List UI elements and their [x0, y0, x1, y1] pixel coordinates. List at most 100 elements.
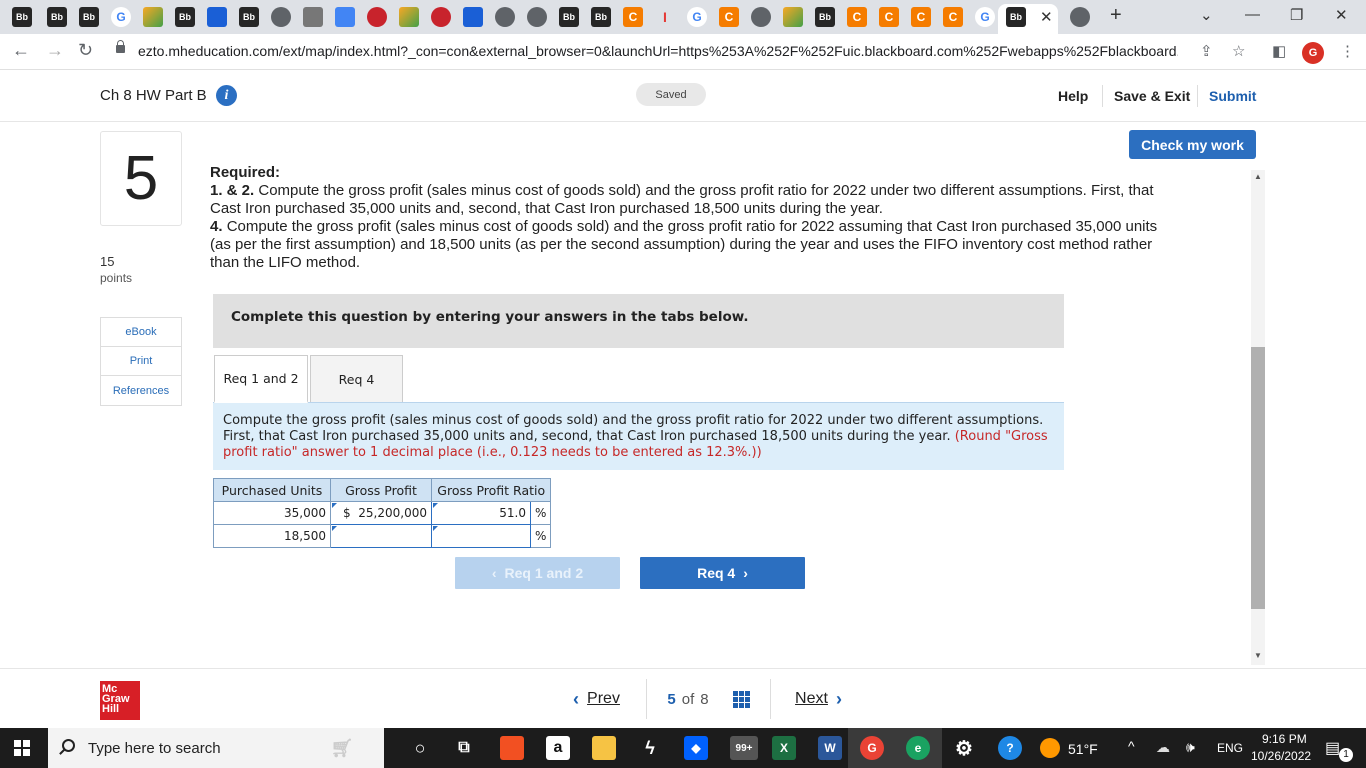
gross-profit-input[interactable]: $ 25,200,000: [330, 501, 432, 525]
menu-kebab-icon[interactable]: ⋮: [1340, 42, 1355, 60]
tray-chevron-icon[interactable]: ^: [1128, 738, 1135, 754]
scroll-down-icon[interactable]: ▼: [1254, 651, 1262, 660]
excel-icon[interactable]: X: [772, 736, 796, 760]
microsoft-store-icon[interactable]: [500, 736, 524, 760]
tab-chegg-icon[interactable]: C: [623, 7, 643, 27]
reload-icon[interactable]: ↻: [78, 40, 93, 61]
tab-google-icon[interactable]: G: [687, 7, 707, 27]
close-window-icon[interactable]: ✕: [1335, 6, 1348, 24]
tab-pinterest-icon[interactable]: [431, 7, 451, 27]
cortana-circle-icon[interactable]: ○: [408, 736, 432, 760]
restore-icon[interactable]: ❐: [1290, 6, 1303, 24]
tab-google-icon[interactable]: G: [975, 7, 995, 27]
ratio-input[interactable]: 51.0: [431, 501, 531, 525]
tab-chegg-icon[interactable]: C: [719, 7, 739, 27]
url-text[interactable]: ezto.mheducation.com/ext/map/index.html?…: [138, 43, 1178, 59]
tab-edit-icon[interactable]: [143, 7, 163, 27]
side-panel-icon[interactable]: ◧: [1272, 42, 1286, 60]
clock-time[interactable]: 9:16 PM: [1262, 732, 1307, 746]
tab-blackboard-icon[interactable]: Bb: [815, 7, 835, 27]
tab-globe-icon[interactable]: [527, 7, 547, 27]
req12-number: 1. & 2.: [210, 182, 255, 199]
chrome-icon[interactable]: G: [860, 736, 884, 760]
ratio-input[interactable]: [431, 524, 531, 548]
tab-blackboard-icon[interactable]: Bb: [1006, 7, 1026, 27]
tab-pinterest-icon[interactable]: [367, 7, 387, 27]
mail-badge[interactable]: 99+: [730, 736, 758, 760]
minimize-icon[interactable]: —: [1245, 6, 1260, 23]
scroll-up-icon[interactable]: ▲: [1254, 172, 1262, 181]
windows-start-icon[interactable]: [14, 740, 30, 756]
gross-profit-input[interactable]: [330, 524, 432, 548]
settings-gear-icon[interactable]: ⚙: [952, 736, 976, 760]
clock-date[interactable]: 10/26/2022: [1251, 749, 1311, 763]
references-link[interactable]: References: [101, 376, 181, 405]
tab-chegg-icon[interactable]: C: [911, 7, 931, 27]
tab-flag-icon[interactable]: [207, 7, 227, 27]
app-bolt-icon[interactable]: ϟ: [638, 736, 662, 760]
volume-icon[interactable]: 🕪︎: [1186, 739, 1195, 756]
help-question-icon[interactable]: ?: [998, 736, 1022, 760]
forward-arrow-icon[interactable]: →: [46, 40, 64, 61]
back-arrow-icon[interactable]: ←: [12, 40, 30, 61]
scrollbar-thumb[interactable]: [1251, 347, 1265, 609]
amazon-icon[interactable]: a: [546, 736, 570, 760]
taskbar-search-placeholder[interactable]: Type here to search: [88, 740, 221, 757]
tab-blackboard-icon[interactable]: Bb: [239, 7, 259, 27]
language-indicator[interactable]: ENG: [1217, 741, 1243, 755]
tab-blackboard-icon[interactable]: Bb: [591, 7, 611, 27]
tab-req-4[interactable]: Req 4: [310, 355, 403, 403]
new-tab-plus-icon[interactable]: +: [1110, 4, 1122, 27]
tab-page-icon[interactable]: [303, 7, 323, 27]
ebook-link[interactable]: eBook: [101, 318, 181, 347]
tab-docs-icon[interactable]: [335, 7, 355, 27]
tab-blackboard-icon[interactable]: Bb: [47, 7, 67, 27]
tab-chegg-icon[interactable]: C: [943, 7, 963, 27]
next-question-button[interactable]: Next ›: [771, 679, 866, 719]
weather-temp[interactable]: 51°F: [1068, 741, 1098, 757]
tab-blackboard-icon[interactable]: Bb: [79, 7, 99, 27]
task-view-icon[interactable]: ⧉: [452, 736, 476, 760]
tab-blackboard-icon[interactable]: Bb: [559, 7, 579, 27]
question-grid-icon[interactable]: [732, 690, 750, 708]
edge-icon[interactable]: e: [906, 736, 930, 760]
ratio-value: 51.0: [499, 506, 526, 520]
profile-avatar[interactable]: G: [1302, 42, 1324, 64]
save-exit-link[interactable]: Save & Exit: [1114, 88, 1190, 104]
word-icon[interactable]: W: [818, 736, 842, 760]
help-link[interactable]: Help: [1058, 88, 1088, 104]
bookmark-star-icon[interactable]: ☆: [1232, 42, 1245, 60]
weather-sun-icon[interactable]: [1040, 738, 1060, 758]
check-my-work-button[interactable]: Check my work: [1129, 130, 1256, 159]
tab-close-icon[interactable]: ✕: [1040, 8, 1053, 26]
question-number: 5: [100, 131, 182, 226]
share-icon[interactable]: ⇪: [1200, 42, 1213, 60]
info-icon[interactable]: i: [216, 85, 237, 106]
notification-icon[interactable]: ▤: [1325, 738, 1340, 758]
tab-chegg-icon[interactable]: C: [879, 7, 899, 27]
next-req-button[interactable]: Req 4 ›: [640, 557, 805, 589]
tab-search-chevron-icon[interactable]: ⌄: [1200, 6, 1213, 24]
tab-blackboard-icon[interactable]: Bb: [12, 7, 32, 27]
print-link[interactable]: Print: [101, 347, 181, 376]
prev-question-button[interactable]: ‹ Prev: [547, 679, 647, 719]
tab-i-icon[interactable]: I: [655, 7, 675, 27]
tab-globe-icon[interactable]: [495, 7, 515, 27]
question-position[interactable]: 5 of 8: [647, 679, 771, 719]
lock-icon[interactable]: [116, 40, 125, 53]
network-icon[interactable]: ☁: [1156, 739, 1170, 756]
tab-edit-icon[interactable]: [783, 7, 803, 27]
tab-drive-icon[interactable]: [399, 7, 419, 27]
tab-blackboard-icon[interactable]: Bb: [175, 7, 195, 27]
tab-google-icon[interactable]: G: [111, 7, 131, 27]
dropbox-icon[interactable]: ◆: [684, 736, 708, 760]
file-explorer-icon[interactable]: [592, 736, 616, 760]
tab-star-icon[interactable]: [463, 7, 483, 27]
tab-globe-icon[interactable]: [751, 7, 771, 27]
tab-req-1-and-2[interactable]: Req 1 and 2: [214, 355, 308, 403]
tab-globe-icon[interactable]: [271, 7, 291, 27]
submit-link[interactable]: Submit: [1209, 88, 1256, 104]
prev-req-button[interactable]: ‹ Req 1 and 2: [455, 557, 620, 589]
tab-chegg-icon[interactable]: C: [847, 7, 867, 27]
tab-globe-icon[interactable]: [1070, 7, 1090, 27]
